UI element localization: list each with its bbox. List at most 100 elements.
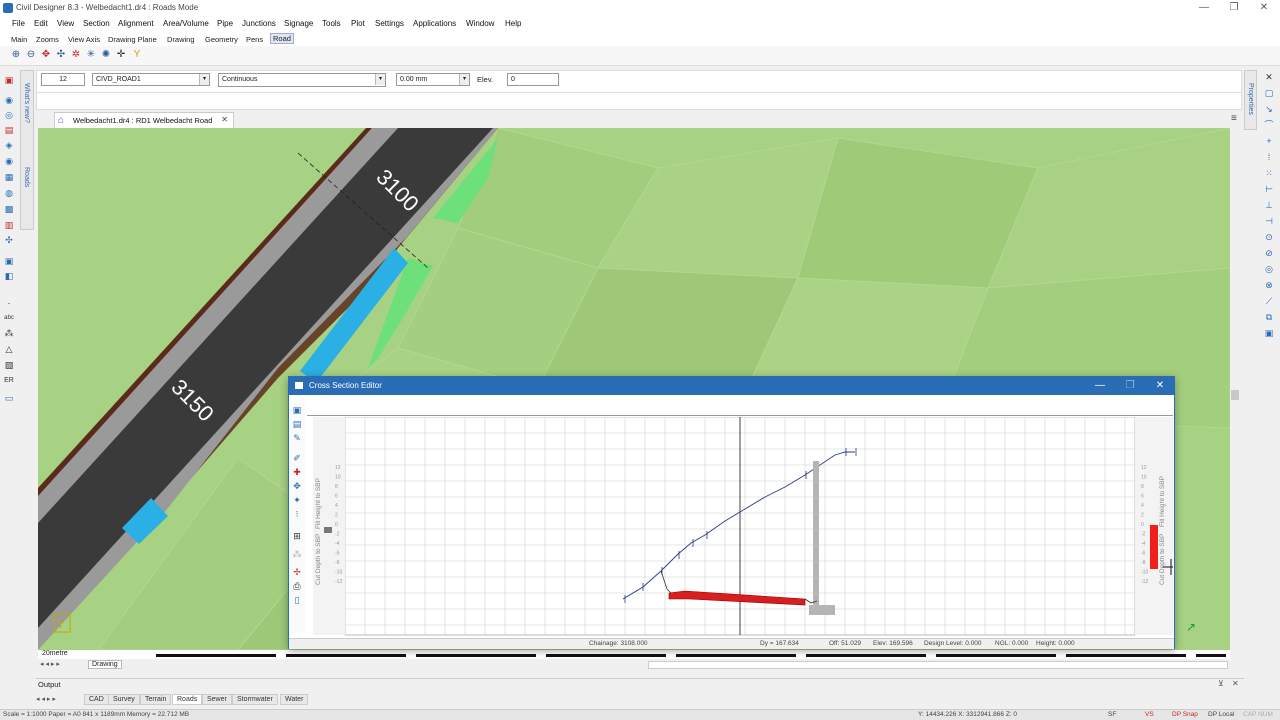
terrain-icon[interactable]: ◎ — [3, 110, 15, 121]
target-icon[interactable]: ◍ — [3, 188, 15, 199]
layer-dropdown[interactable]: CIVD_ROAD1 ▾ — [92, 73, 210, 86]
menu-edit[interactable]: Edit — [34, 19, 48, 28]
menu-section[interactable]: Section — [83, 19, 110, 28]
select-icon[interactable]: ▣ — [291, 405, 303, 416]
tab-terrain[interactable]: Terrain — [140, 694, 172, 705]
dots-icon[interactable]: ⁞ — [1263, 152, 1275, 163]
scroll-thumb[interactable] — [1231, 390, 1239, 400]
roads-side-label[interactable]: Roads — [23, 167, 30, 187]
text-icon[interactable]: ⁂ — [3, 328, 15, 339]
arc-icon[interactable]: ⌒ — [1263, 120, 1275, 131]
edit-icon[interactable]: ✐ — [291, 453, 303, 464]
volume-icon[interactable]: ◉ — [3, 156, 15, 167]
xse-close-button[interactable]: ✕ — [1145, 377, 1175, 395]
zoom-out-icon[interactable]: ⊖ — [25, 49, 37, 61]
sheet-tab-drawing[interactable]: Drawing — [88, 660, 122, 669]
hatch-icon[interactable]: ⁂ — [291, 549, 303, 560]
grid-icon[interactable]: ▦ — [3, 172, 15, 183]
tab-main[interactable]: Main — [11, 35, 27, 44]
horizontal-scrollbar[interactable] — [648, 661, 1228, 669]
square-icon[interactable]: ▢ — [1263, 88, 1275, 99]
delete-icon[interactable]: ⁝ — [291, 509, 303, 520]
triangle-icon[interactable]: △ — [3, 344, 15, 355]
whats-new-side-tab[interactable]: What's new? Roads — [20, 70, 34, 230]
snap-perp-icon[interactable]: ⊗ — [1263, 280, 1275, 291]
snap-node-icon[interactable]: ⟋ — [1263, 296, 1275, 307]
tab-sewer[interactable]: Sewer — [202, 694, 232, 705]
tab-pens[interactable]: Pens — [246, 35, 263, 44]
monitor-icon[interactable]: ▭ — [3, 393, 15, 404]
road-icon[interactable]: ▣ — [3, 75, 15, 86]
tab-water[interactable]: Water — [280, 694, 309, 705]
dp-local-toggle[interactable]: DP Local — [1208, 711, 1234, 718]
xse-title-bar[interactable]: Cross Section Editor — ❐ ✕ — [289, 377, 1174, 395]
menu-file[interactable]: File — [12, 19, 25, 28]
er-icon[interactable]: ER — [3, 375, 15, 386]
pen-number-field[interactable]: 12 — [41, 73, 85, 86]
linetype-dropdown[interactable]: Continuous ▾ — [218, 73, 386, 87]
filter-icon[interactable]: Y — [131, 49, 143, 61]
copy-icon[interactable]: ⧉ — [1263, 312, 1275, 323]
restore-button[interactable]: ❐ — [1218, 0, 1250, 16]
print-icon[interactable]: ⎙ — [291, 581, 303, 592]
line-width-dropdown[interactable]: 0.00 mm ▾ — [396, 73, 470, 86]
menu-tools[interactable]: Tools — [322, 19, 341, 28]
point-icon[interactable]: · — [3, 298, 15, 309]
move-icon[interactable]: ✥ — [291, 481, 303, 492]
abc-icon[interactable]: abc — [3, 313, 15, 324]
arrow-icon[interactable]: ↘ — [1263, 104, 1275, 115]
xse-maximize-button[interactable]: ❐ — [1115, 377, 1145, 395]
vertical-scrollbar[interactable] — [1230, 128, 1240, 650]
menu-junctions[interactable]: Junctions — [242, 19, 276, 28]
tab-cad[interactable]: CAD — [84, 694, 109, 705]
close-panel-icon[interactable]: ✕ — [1263, 72, 1275, 83]
window-icon[interactable]: ▣ — [1263, 328, 1275, 339]
junction-icon[interactable]: ✣ — [3, 235, 15, 246]
minimize-button[interactable]: — — [1188, 0, 1220, 16]
snap-quad-icon[interactable]: ◎ — [1263, 264, 1275, 275]
redraw-icon[interactable]: ✺ — [100, 49, 112, 61]
menu-view[interactable]: View — [57, 19, 74, 28]
plan-icon[interactable]: ▣ — [3, 256, 15, 267]
grid-icon[interactable]: ⊞ — [291, 531, 303, 542]
cross-section-plot[interactable]: Cut Depth to SBP Fill Height to SBP Cut … — [305, 416, 1179, 637]
menu-settings[interactable]: Settings — [375, 19, 404, 28]
close-tab-icon[interactable]: ✕ — [221, 115, 228, 124]
sf-toggle[interactable]: SF — [1108, 711, 1116, 718]
snap-tangent-icon[interactable]: ⊘ — [1263, 248, 1275, 259]
zoom-in-icon[interactable]: ⊕ — [10, 49, 22, 61]
insert-icon[interactable]: ✚ — [291, 467, 303, 478]
profile-icon[interactable]: ◈ — [3, 140, 15, 151]
menu-window[interactable]: Window — [466, 19, 494, 28]
cross-section-editor-window[interactable]: Cross Section Editor — ❐ ✕ ▣ ▤ ✎ ✐ ✚ ✥ ✦… — [288, 376, 1179, 649]
dp-snap-toggle[interactable]: DP Snap — [1172, 711, 1198, 718]
menu-help[interactable]: Help — [505, 19, 521, 28]
snap-int-icon[interactable]: ⊣ — [1263, 216, 1275, 227]
elev-field[interactable]: 0 — [507, 73, 559, 86]
tab-stormwater[interactable]: Stormwater — [232, 694, 278, 705]
page-icon[interactable]: ▯ — [291, 595, 303, 606]
report-icon[interactable]: ▥ — [3, 220, 15, 231]
pin-icon[interactable]: ⊻ — [1218, 679, 1224, 688]
menu-area-volume[interactable]: Area/Volume — [163, 19, 209, 28]
layer-icon[interactable]: ◉ — [3, 95, 15, 106]
tab-drawing-plane[interactable]: Drawing Plane — [108, 35, 157, 44]
zoom-window-icon[interactable]: ✥ — [40, 49, 52, 61]
sign-icon[interactable]: ◧ — [3, 271, 15, 282]
cross-icon[interactable]: ✛ — [115, 49, 127, 61]
tab-roads[interactable]: Roads — [172, 694, 203, 705]
tab-road[interactable]: Road — [270, 33, 294, 44]
plus-icon[interactable]: + — [1263, 136, 1275, 147]
snap-mid-icon[interactable]: ⊥ — [1263, 200, 1275, 211]
vertex-icon[interactable]: ✦ — [291, 495, 303, 506]
table-icon[interactable]: ▩ — [3, 204, 15, 215]
tab-drawing[interactable]: Drawing — [167, 35, 195, 44]
snap-center-icon[interactable]: ⊙ — [1263, 232, 1275, 243]
tab-geometry[interactable]: Geometry — [205, 35, 238, 44]
menu-pipe[interactable]: Pipe — [217, 19, 233, 28]
grid-snap-icon[interactable]: ⁙ — [1263, 168, 1275, 179]
properties-side-tab[interactable]: Properties — [1244, 70, 1257, 130]
close-output-icon[interactable]: ✕ — [1232, 679, 1239, 688]
zoom-extents-icon[interactable]: ✲ — [70, 49, 82, 61]
sheet-nav-icon[interactable]: ◂ ◂ ▸ ▸ — [40, 660, 60, 668]
